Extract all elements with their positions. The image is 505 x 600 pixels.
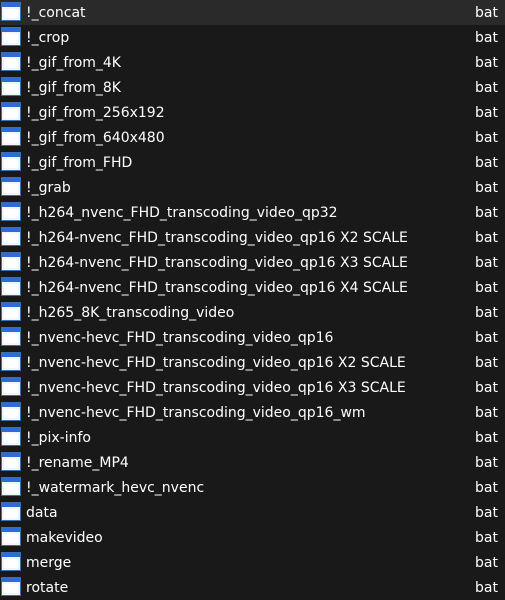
file-name: !_watermark_hevc_nvenc — [26, 479, 205, 496]
file-row[interactable]: !_nvenc-hevc_FHD_transcoding_video_qp16_… — [0, 400, 505, 425]
batch-file-icon — [1, 52, 21, 71]
batch-file-icon — [1, 177, 21, 196]
batch-file-icon — [1, 427, 21, 446]
file-name: rotate — [26, 579, 69, 596]
file-row[interactable]: !_watermark_hevc_nvenc bat — [0, 475, 505, 500]
file-name: !_nvenc-hevc_FHD_transcoding_video_qp16_… — [26, 404, 366, 421]
file-name: !_gif_from_4K — [26, 54, 121, 71]
file-row[interactable]: !_pix-info bat — [0, 425, 505, 450]
file-row[interactable]: !_h264_nvenc_FHD_transcoding_video_qp32 … — [0, 200, 505, 225]
file-type: bat — [475, 354, 498, 371]
file-row[interactable]: merge bat — [0, 550, 505, 575]
file-type: bat — [475, 254, 498, 271]
file-row[interactable]: !_h264-nvenc_FHD_transcoding_video_qp16 … — [0, 225, 505, 250]
file-name: !_h264-nvenc_FHD_transcoding_video_qp16 … — [26, 229, 408, 246]
file-type: bat — [475, 454, 498, 471]
file-name: !_gif_from_FHD — [26, 154, 133, 171]
file-type: bat — [475, 579, 498, 596]
file-row[interactable]: !_nvenc-hevc_FHD_transcoding_video_qp16 … — [0, 325, 505, 350]
file-type: bat — [475, 554, 498, 571]
batch-file-icon — [1, 552, 21, 571]
batch-file-icon — [1, 352, 21, 371]
file-type: bat — [475, 529, 498, 546]
file-type: bat — [475, 154, 498, 171]
file-name: makevideo — [26, 529, 103, 546]
file-list: !_concat bat !_crop bat !_gif_from_4K ba… — [0, 0, 505, 600]
file-name: !_gif_from_256x192 — [26, 104, 165, 121]
file-name: !_h264-nvenc_FHD_transcoding_video_qp16 … — [26, 279, 408, 296]
file-type: bat — [475, 4, 498, 21]
file-name: !_concat — [26, 4, 86, 21]
file-row[interactable]: !_gif_from_FHD bat — [0, 150, 505, 175]
file-type: bat — [475, 129, 498, 146]
file-name: !_crop — [26, 29, 70, 46]
file-name: !_gif_from_8K — [26, 79, 121, 96]
file-type: bat — [475, 504, 498, 521]
file-name: merge — [26, 554, 72, 571]
file-row[interactable]: !_crop bat — [0, 25, 505, 50]
batch-file-icon — [1, 327, 21, 346]
file-type: bat — [475, 304, 498, 321]
batch-file-icon — [1, 477, 21, 496]
batch-file-icon — [1, 252, 21, 271]
batch-file-icon — [1, 502, 21, 521]
file-name: !_h264_nvenc_FHD_transcoding_video_qp32 — [26, 204, 338, 221]
file-row[interactable]: makevideo bat — [0, 525, 505, 550]
batch-file-icon — [1, 77, 21, 96]
batch-file-icon — [1, 577, 21, 596]
file-row[interactable]: !_grab bat — [0, 175, 505, 200]
file-type: bat — [475, 104, 498, 121]
batch-file-icon — [1, 2, 21, 21]
file-name: !_rename_MP4 — [26, 454, 129, 471]
file-row[interactable]: !_nvenc-hevc_FHD_transcoding_video_qp16 … — [0, 350, 505, 375]
file-type: bat — [475, 79, 498, 96]
file-type: bat — [475, 179, 498, 196]
file-name: !_nvenc-hevc_FHD_transcoding_video_qp16 … — [26, 379, 406, 396]
batch-file-icon — [1, 127, 21, 146]
file-row[interactable]: !_nvenc-hevc_FHD_transcoding_video_qp16 … — [0, 375, 505, 400]
batch-file-icon — [1, 27, 21, 46]
file-name: data — [26, 504, 58, 521]
file-type: bat — [475, 379, 498, 396]
file-row[interactable]: !_gif_from_8K bat — [0, 75, 505, 100]
file-row[interactable]: !_rename_MP4 bat — [0, 450, 505, 475]
batch-file-icon — [1, 227, 21, 246]
file-name: !_nvenc-hevc_FHD_transcoding_video_qp16 — [26, 329, 334, 346]
batch-file-icon — [1, 452, 21, 471]
file-name: !_grab — [26, 179, 71, 196]
batch-file-icon — [1, 402, 21, 421]
file-row[interactable]: !_h264-nvenc_FHD_transcoding_video_qp16 … — [0, 275, 505, 300]
batch-file-icon — [1, 302, 21, 321]
file-row[interactable]: !_gif_from_256x192 bat — [0, 100, 505, 125]
batch-file-icon — [1, 527, 21, 546]
file-row[interactable]: !_gif_from_4K bat — [0, 50, 505, 75]
file-row[interactable]: !_h265_8K_transcoding_video bat — [0, 300, 505, 325]
file-name: !_pix-info — [26, 429, 91, 446]
file-type: bat — [475, 329, 498, 346]
file-row[interactable]: data bat — [0, 500, 505, 525]
file-type: bat — [475, 429, 498, 446]
file-type: bat — [475, 229, 498, 246]
file-row[interactable]: !_gif_from_640x480 bat — [0, 125, 505, 150]
file-type: bat — [475, 54, 498, 71]
file-name: !_nvenc-hevc_FHD_transcoding_video_qp16 … — [26, 354, 406, 371]
file-row[interactable]: rotate bat — [0, 575, 505, 600]
batch-file-icon — [1, 152, 21, 171]
file-type: bat — [475, 29, 498, 46]
batch-file-icon — [1, 377, 21, 396]
file-name: !_h264-nvenc_FHD_transcoding_video_qp16 … — [26, 254, 408, 271]
file-name: !_gif_from_640x480 — [26, 129, 165, 146]
file-type: bat — [475, 479, 498, 496]
file-type: bat — [475, 204, 498, 221]
file-row[interactable]: !_h264-nvenc_FHD_transcoding_video_qp16 … — [0, 250, 505, 275]
file-type: bat — [475, 404, 498, 421]
batch-file-icon — [1, 102, 21, 121]
file-name: !_h265_8K_transcoding_video — [26, 304, 235, 321]
batch-file-icon — [1, 202, 21, 221]
file-row[interactable]: !_concat bat — [0, 0, 505, 25]
file-type: bat — [475, 279, 498, 296]
batch-file-icon — [1, 277, 21, 296]
